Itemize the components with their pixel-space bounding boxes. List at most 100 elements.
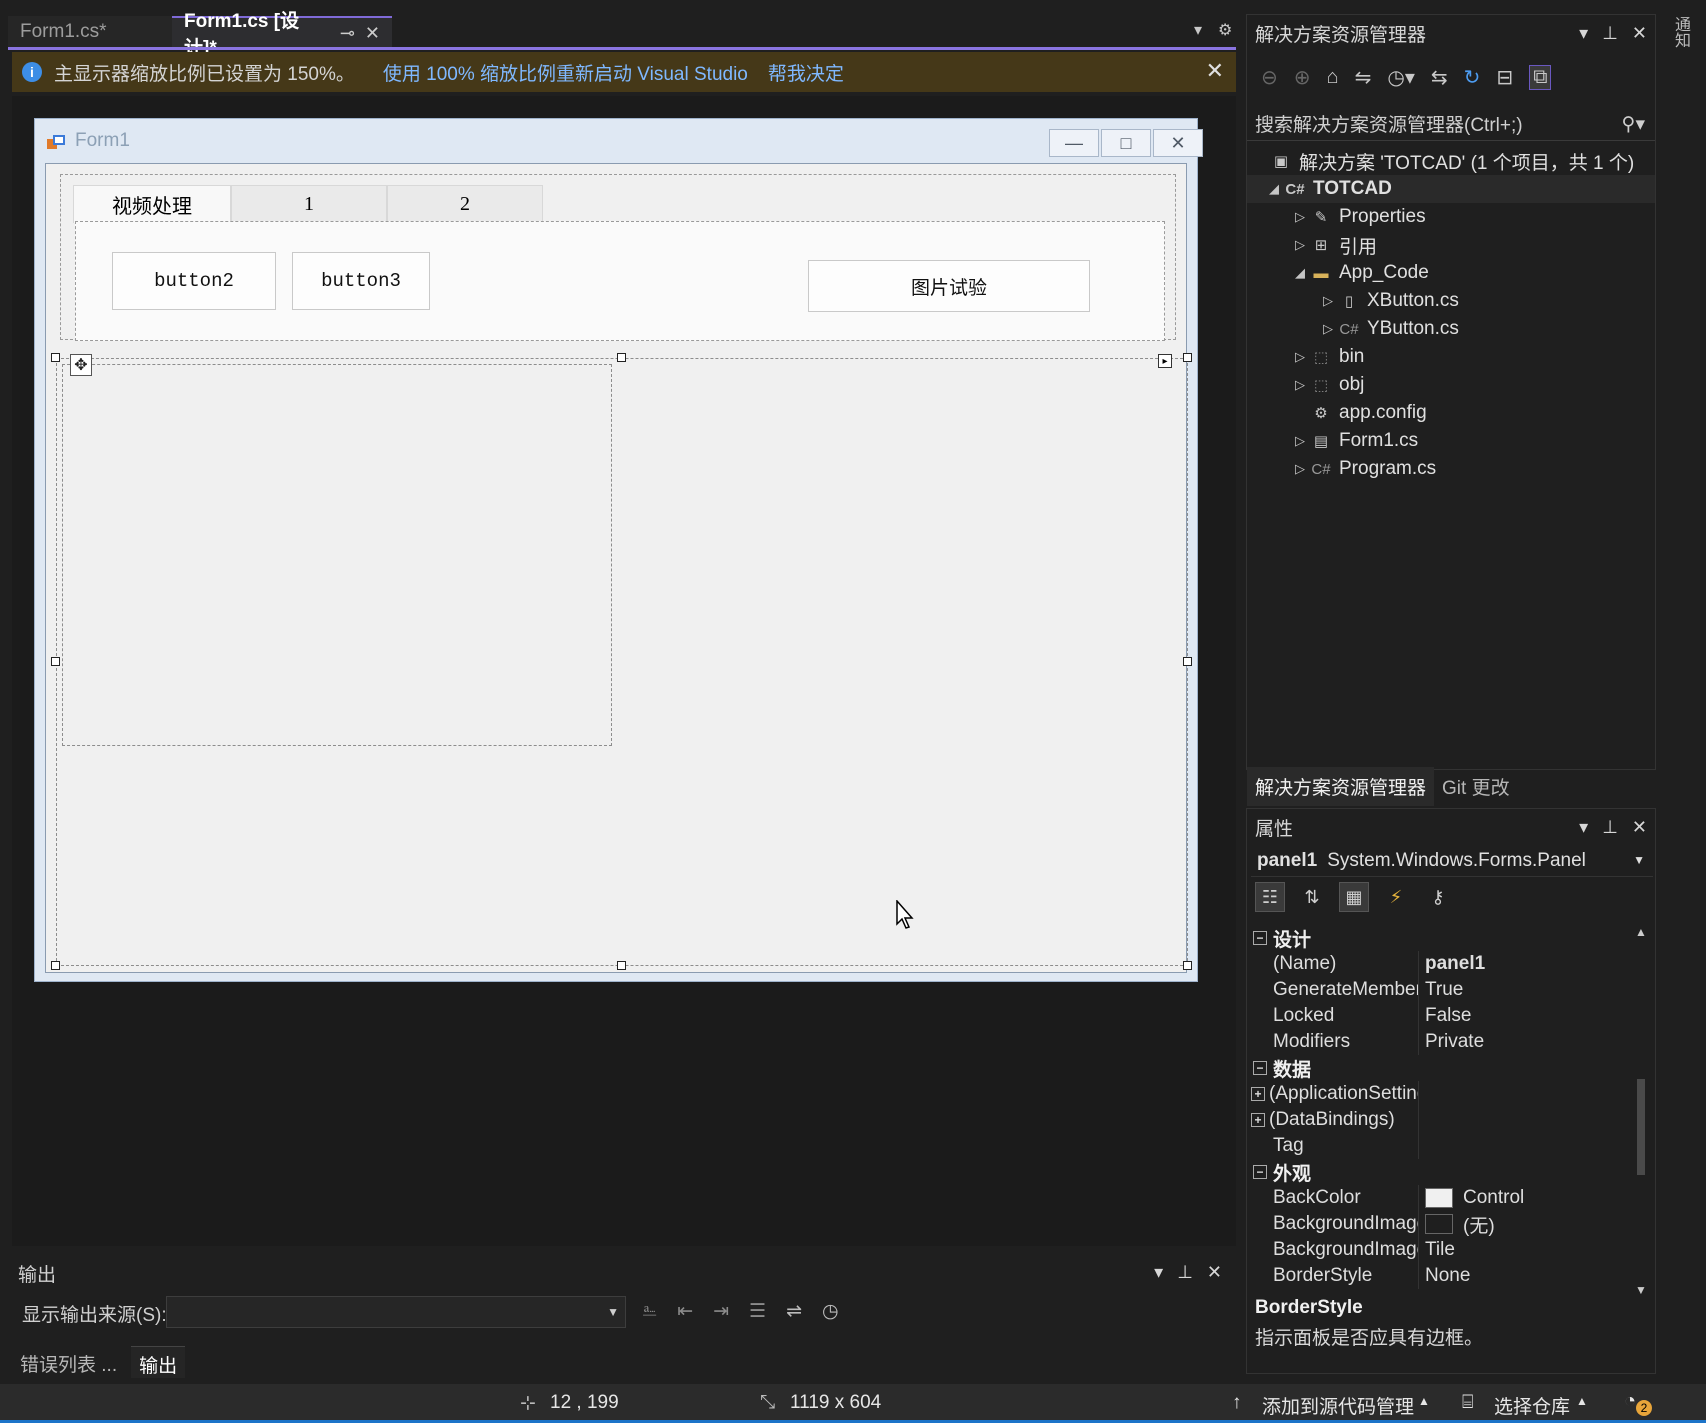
search-icon[interactable]: ⚲▾ bbox=[1622, 113, 1645, 136]
tree-obj[interactable]: ▷ ⬚ obj bbox=[1247, 371, 1655, 399]
resize-handle[interactable] bbox=[1183, 353, 1192, 362]
clock-icon[interactable]: ◷ bbox=[822, 1300, 839, 1323]
solution-search-box[interactable]: 搜索解决方案资源管理器(Ctrl+;) ⚲▾ bbox=[1247, 107, 1655, 141]
prop-row-locked[interactable]: Locked False bbox=[1247, 1003, 1627, 1029]
tree-bin[interactable]: ▷ ⬚ bin bbox=[1247, 343, 1655, 371]
collapsed-icon[interactable]: ▷ bbox=[1291, 377, 1309, 393]
collapsed-icon[interactable]: ▷ bbox=[1291, 433, 1309, 449]
prop-row-generatemember[interactable]: GenerateMember True bbox=[1247, 977, 1627, 1003]
close-icon[interactable]: ✕ bbox=[1206, 58, 1224, 84]
pin-icon[interactable]: ⊥ bbox=[1602, 817, 1618, 838]
tab-git-changes[interactable]: Git 更改 bbox=[1434, 767, 1518, 806]
tab-form1-cs[interactable]: Form1.cs* bbox=[8, 16, 172, 48]
forward-icon[interactable]: ⊕ bbox=[1294, 65, 1311, 90]
tree-app-code[interactable]: ◢ ▬ App_Code bbox=[1247, 259, 1655, 287]
tree-solution[interactable]: ▣ 解决方案 'TOTCAD' (1 个项目，共 1 个) bbox=[1247, 147, 1655, 175]
minimize-button[interactable]: — bbox=[1049, 129, 1099, 157]
form-window[interactable]: Form1 — □ ✕ 视频处理 1 2 button2 button3 图片试… bbox=[34, 118, 1203, 982]
tab-output[interactable]: 输出 bbox=[131, 1346, 186, 1378]
pin-icon[interactable]: ⊥ bbox=[1602, 23, 1618, 44]
expand-icon[interactable]: + bbox=[1251, 1113, 1265, 1127]
alphabetical-icon[interactable]: ⇅ bbox=[1297, 882, 1327, 912]
scroll-up-icon[interactable]: ▲ bbox=[1635, 925, 1647, 939]
help-decide-link[interactable]: 帮我决定 bbox=[768, 59, 844, 86]
tab-error-list[interactable]: 错误列表 ... bbox=[12, 1346, 125, 1378]
tab-list-dropdown-icon[interactable]: ▾ bbox=[1194, 20, 1202, 40]
resize-handle[interactable] bbox=[51, 961, 60, 970]
tab-form1-design[interactable]: Form1.cs [设计]* ⊸ ✕ bbox=[172, 11, 392, 59]
dropdown-icon[interactable]: ▾ bbox=[1579, 817, 1588, 838]
close-button[interactable]: ✕ bbox=[1153, 129, 1203, 157]
word-wrap-icon[interactable]: ⇌ bbox=[786, 1300, 802, 1323]
tab-1[interactable]: 1 bbox=[231, 185, 387, 223]
properties-scrollbar[interactable]: ▲ ▼ bbox=[1633, 925, 1649, 1297]
next-message-icon[interactable]: ⇥ bbox=[713, 1300, 729, 1323]
maximize-button[interactable]: □ bbox=[1101, 129, 1151, 157]
resize-handle[interactable] bbox=[1183, 657, 1192, 666]
tree-xbutton[interactable]: ▷ ▯ XButton.cs bbox=[1247, 287, 1655, 315]
prop-row-appsettings[interactable]: + (ApplicationSetting bbox=[1247, 1081, 1627, 1107]
expand-icon[interactable]: + bbox=[1251, 1087, 1265, 1101]
button3[interactable]: button3 bbox=[292, 252, 430, 310]
clear-all-icon[interactable]: ☰ bbox=[749, 1300, 766, 1323]
switch-views-icon[interactable]: ⇋ bbox=[1355, 65, 1372, 90]
add-to-source-control[interactable]: 添加到源代码管理 bbox=[1262, 1392, 1414, 1419]
prop-row-backcolor[interactable]: BackColor Control bbox=[1247, 1185, 1627, 1211]
category-design[interactable]: − 设计 bbox=[1247, 925, 1627, 951]
show-all-files-icon[interactable]: ⧉ bbox=[1529, 64, 1552, 90]
collapse-icon[interactable]: − bbox=[1253, 1165, 1267, 1179]
resize-handle[interactable] bbox=[617, 353, 626, 362]
collapsed-icon[interactable]: ▷ bbox=[1291, 461, 1309, 477]
tree-ybutton[interactable]: ▷ C# YButton.cs bbox=[1247, 315, 1655, 343]
picture-test-button[interactable]: 图片试验 bbox=[808, 260, 1090, 312]
tree-properties[interactable]: ▷ ✎ Properties bbox=[1247, 203, 1655, 231]
close-icon[interactable]: ✕ bbox=[1207, 1262, 1222, 1283]
collapsed-icon[interactable]: ▷ bbox=[1319, 321, 1337, 337]
form-client-area[interactable]: 视频处理 1 2 button2 button3 图片试验 ✥ ▸ bbox=[45, 163, 1192, 973]
back-icon[interactable]: ⊖ bbox=[1261, 65, 1278, 90]
expanded-icon[interactable]: ◢ bbox=[1291, 265, 1309, 281]
notification-bell-icon[interactable]: ◔ bbox=[1624, 1390, 1636, 1413]
prop-row-backgroundimage[interactable]: BackgroundImage (无) bbox=[1247, 1211, 1627, 1237]
sync-icon[interactable]: ⇆ bbox=[1431, 65, 1448, 90]
resize-handle[interactable] bbox=[51, 657, 60, 666]
collapsed-icon[interactable]: ▷ bbox=[1291, 209, 1309, 225]
gear-icon[interactable]: ⚙ bbox=[1218, 20, 1232, 40]
move-handle-icon[interactable]: ✥ bbox=[70, 354, 92, 376]
button2[interactable]: button2 bbox=[112, 252, 276, 310]
tree-form1[interactable]: ▷ ▤ Form1.cs bbox=[1247, 427, 1655, 455]
tab-video-processing[interactable]: 视频处理 bbox=[73, 185, 231, 223]
property-pages-icon[interactable]: ⚷ bbox=[1423, 882, 1453, 912]
collapse-icon[interactable]: − bbox=[1253, 931, 1267, 945]
scroll-thumb[interactable] bbox=[1637, 1079, 1645, 1175]
smart-tag-icon[interactable]: ▸ bbox=[1158, 354, 1172, 368]
tab-solution-explorer[interactable]: 解决方案资源管理器 bbox=[1247, 767, 1435, 806]
prop-row-databindings[interactable]: + (DataBindings) bbox=[1247, 1107, 1627, 1133]
resize-handle[interactable] bbox=[617, 961, 626, 970]
restart-scale-link[interactable]: 使用 100% 缩放比例重新启动 Visual Studio bbox=[383, 59, 748, 86]
tree-app-config[interactable]: ⚙ app.config bbox=[1247, 399, 1655, 427]
collapsed-icon[interactable]: ▷ bbox=[1291, 349, 1309, 365]
output-source-combobox[interactable]: ▼ bbox=[166, 1296, 626, 1328]
prop-row-modifiers[interactable]: Modifiers Private bbox=[1247, 1029, 1627, 1055]
prop-row-name[interactable]: (Name) panel1 bbox=[1247, 951, 1627, 977]
close-icon[interactable]: ✕ bbox=[365, 23, 380, 44]
scroll-down-icon[interactable]: ▼ bbox=[1635, 1283, 1647, 1297]
refresh-icon[interactable]: ↻ bbox=[1464, 65, 1481, 90]
resize-handle[interactable] bbox=[51, 353, 60, 362]
collapsed-icon[interactable]: ▷ bbox=[1319, 293, 1337, 309]
close-icon[interactable]: ✕ bbox=[1632, 817, 1647, 838]
collapse-icon[interactable]: − bbox=[1253, 1061, 1267, 1075]
tab-control[interactable]: 视频处理 1 2 button2 button3 图片试验 bbox=[60, 174, 1176, 341]
dropdown-icon[interactable]: ▾ bbox=[1154, 1262, 1163, 1283]
tree-program[interactable]: ▷ C# Program.cs bbox=[1247, 455, 1655, 483]
go-to-line-icon[interactable]: ⎁ bbox=[642, 1300, 657, 1323]
inner-panel[interactable] bbox=[62, 364, 612, 746]
dropdown-icon[interactable]: ▾ bbox=[1579, 23, 1588, 44]
pending-changes-icon[interactable]: ◷▾ bbox=[1387, 65, 1415, 90]
category-data[interactable]: − 数据 bbox=[1247, 1055, 1627, 1081]
tree-references[interactable]: ▷ ⊞ 引用 bbox=[1247, 231, 1655, 259]
tree-project-totcad[interactable]: ◢ C# TOTCAD bbox=[1247, 175, 1655, 203]
pin-icon[interactable]: ⊸ bbox=[340, 23, 355, 44]
close-icon[interactable]: ✕ bbox=[1632, 23, 1647, 44]
